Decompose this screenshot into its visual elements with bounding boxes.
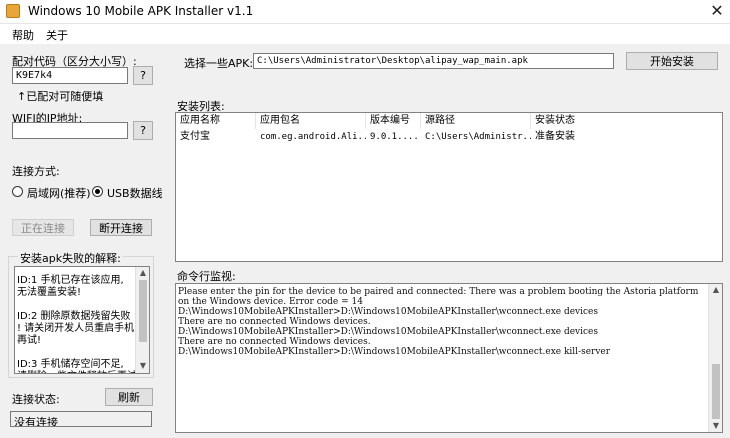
console-line: There are no connected Windows devices.: [178, 337, 371, 347]
scroll-up-icon[interactable]: ▲: [709, 285, 723, 295]
scroll-thumb[interactable]: [139, 280, 147, 342]
menu-help[interactable]: 帮助: [12, 27, 34, 43]
install-list[interactable]: 应用名称 应用包名 版本编号 源路径 安装状态 支付宝 com.eg.andro…: [175, 112, 723, 262]
error-help-textbox[interactable]: ID:1 手机已存在该应用, 无法覆盖安装! ID:2 删除原数据残留失败 ! …: [14, 266, 150, 374]
console-label: 命令行监视:: [177, 270, 236, 283]
table-row[interactable]: 支付宝 com.eg.android.Ali... 9.0.1.... C:\U…: [176, 130, 722, 144]
column-header-package[interactable]: 应用包名: [256, 113, 366, 129]
status-label: 连接状态:: [12, 393, 60, 406]
start-install-button[interactable]: 开始安装: [626, 52, 718, 70]
disconnect-button[interactable]: 断开连接: [90, 219, 152, 236]
app-icon: [6, 4, 20, 18]
apk-path-input[interactable]: C:\Users\Administrator\Desktop\alipay_wa…: [253, 53, 614, 69]
console-line: There are no connected Windows devices.: [178, 317, 371, 327]
column-header-version[interactable]: 版本编号: [366, 113, 421, 129]
refresh-button[interactable]: 刷新: [105, 388, 153, 406]
console-scrollbar[interactable]: ▲ ▼: [708, 284, 722, 432]
wifi-ip-input[interactable]: [12, 122, 128, 139]
console-output[interactable]: Please enter the pin for the device to b…: [175, 283, 723, 433]
radio-usb[interactable]: [92, 186, 103, 197]
column-header-app-name[interactable]: 应用名称: [176, 113, 256, 129]
scroll-up-icon[interactable]: ▲: [136, 268, 149, 278]
column-header-status[interactable]: 安装状态: [531, 113, 591, 129]
console-lines: Please enter the pin for the device to b…: [178, 287, 706, 357]
pair-help-button[interactable]: ?: [133, 66, 153, 85]
scroll-thumb[interactable]: [712, 364, 720, 419]
connection-label: 连接方式:: [12, 165, 60, 178]
scroll-down-icon[interactable]: ▼: [136, 361, 149, 371]
wifi-help-button[interactable]: ?: [133, 121, 153, 140]
menu-about[interactable]: 关于: [46, 27, 68, 43]
console-line: on the Windows device. Error code = 14: [178, 297, 363, 307]
scroll-down-icon[interactable]: ▼: [709, 421, 723, 431]
radio-lan-label[interactable]: 局域网(推荐): [27, 185, 91, 201]
cell-version: 9.0.1....: [370, 132, 419, 142]
cell-app-name: 支付宝: [180, 131, 210, 142]
cell-package: com.eg.android.Ali...: [260, 132, 366, 142]
console-line: D:\Windows10MobileAPKInstaller>D:\Window…: [178, 327, 598, 337]
radio-lan[interactable]: [12, 186, 23, 197]
pair-hint: ↑已配对可随便填: [17, 90, 104, 103]
console-line: D:\Windows10MobileAPKInstaller>D:\Window…: [178, 347, 611, 357]
error-help-scrollbar[interactable]: ▲ ▼: [135, 267, 149, 373]
pair-code-input[interactable]: K9E7k4: [12, 67, 128, 84]
radio-usb-label[interactable]: USB数据线: [107, 185, 163, 201]
status-value: 没有连接: [10, 411, 152, 427]
window-title: Windows 10 Mobile APK Installer v1.1: [28, 4, 254, 18]
console-line: Please enter the pin for the device to b…: [178, 287, 699, 297]
connecting-button[interactable]: 正在连接: [12, 219, 74, 236]
cell-source: C:\Users\Administr...: [425, 132, 531, 142]
console-line: D:\Windows10MobileAPKInstaller>D:\Window…: [178, 307, 598, 317]
error-help-label: 安装apk失败的解释:: [18, 250, 123, 266]
cell-status: 准备安装: [535, 131, 575, 142]
apk-label: 选择一些APK:: [184, 57, 254, 70]
close-icon[interactable]: ✕: [704, 0, 730, 24]
column-header-source[interactable]: 源路径: [421, 113, 531, 129]
menu-bar: [0, 24, 730, 44]
error-help-text: ID:1 手机已存在该应用, 无法覆盖安装! ID:2 删除原数据残留失败 ! …: [17, 275, 137, 373]
